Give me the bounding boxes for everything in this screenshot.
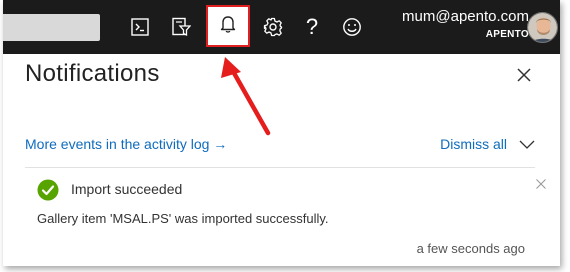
- question-glyph: ?: [305, 14, 319, 39]
- notification-body: Gallery item 'MSAL.PS' was imported succ…: [37, 211, 329, 226]
- notifications-button[interactable]: [206, 5, 250, 47]
- help-question-icon[interactable]: ?: [292, 0, 332, 54]
- cloud-shell-icon[interactable]: [120, 0, 160, 54]
- avatar[interactable]: [527, 12, 558, 43]
- activity-log-link[interactable]: More events in the activity log →: [25, 136, 227, 152]
- account-info[interactable]: mum@apento.com APENTO: [387, 8, 529, 41]
- dismiss-all-link[interactable]: Dismiss all: [440, 136, 507, 152]
- success-check-icon: [37, 179, 59, 201]
- smiley-icon[interactable]: [332, 0, 372, 54]
- notification-title: Import succeeded: [71, 181, 183, 197]
- chevron-down-icon[interactable]: [519, 138, 535, 150]
- account-org: APENTO: [485, 29, 529, 40]
- notification-time: a few seconds ago: [416, 241, 525, 256]
- close-icon[interactable]: [535, 177, 547, 189]
- gear-icon[interactable]: [253, 0, 293, 54]
- account-email: mum@apento.com: [402, 8, 529, 25]
- search-box[interactable]: [3, 14, 100, 41]
- top-bar: ? mum@apento.com APENTO: [3, 0, 560, 54]
- close-icon[interactable]: [515, 66, 533, 84]
- notification-item[interactable]: Import succeeded Gallery item 'MSAL.PS' …: [25, 168, 546, 266]
- directory-filter-icon[interactable]: [161, 0, 201, 54]
- panel-title: Notifications: [25, 60, 160, 87]
- bell-icon: [219, 14, 237, 39]
- notifications-window: ? mum@apento.com APENTO Notifications Mo…: [3, 0, 560, 266]
- panel-actions: More events in the activity log → Dismis…: [25, 136, 535, 156]
